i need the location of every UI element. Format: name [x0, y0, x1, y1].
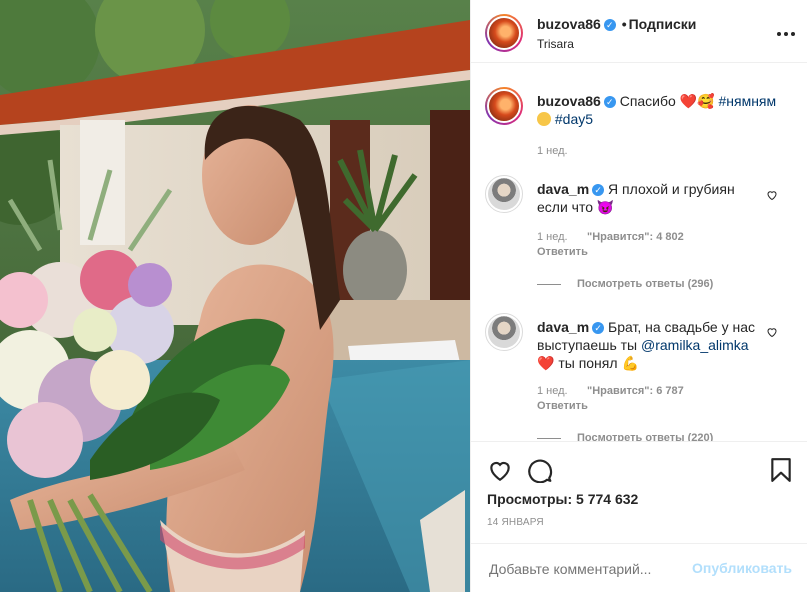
caption-line-1: buzova86 ✓ Спасибо ❤️🥰 #нямням	[537, 92, 776, 110]
follow-status-button[interactable]: Подписки	[629, 16, 697, 32]
comment-author-avatar[interactable]	[485, 313, 523, 351]
caption-line-2: #day5	[537, 110, 593, 128]
view-replies-button[interactable]: Посмотреть ответы (296)	[577, 278, 713, 290]
view-replies-button[interactable]: Посмотреть ответы (220)	[577, 432, 713, 441]
save-button[interactable]	[768, 457, 794, 483]
comment-username[interactable]: dava_m	[537, 319, 589, 335]
comment-line-2: если что 😈	[537, 198, 614, 216]
muscle-emoji: 💪	[621, 355, 639, 371]
comment-author-avatar-image	[488, 316, 520, 348]
comment-icon	[528, 459, 553, 484]
comment-line-1: dava_m ✓ Брат, на свадьбе у нас	[537, 318, 755, 336]
post-media[interactable]	[0, 0, 470, 592]
comment-time[interactable]: 1 нед.	[537, 385, 568, 397]
reply-button[interactable]: Ответить	[537, 400, 588, 412]
hashtag-link[interactable]: #day5	[555, 111, 593, 127]
author-avatar[interactable]	[485, 14, 523, 52]
caption-time[interactable]: 1 нед.	[537, 145, 568, 157]
heart-emoji: ❤️	[537, 355, 555, 371]
comment-line-3: ❤️ ты понял 💪	[537, 354, 639, 372]
post-actions: Просмотры: 5 774 632 14 ЯНВАРЯ	[471, 441, 807, 543]
comments-list[interactable]: buzova86 ✓ Спасибо ❤️🥰 #нямням #day5 1 не…	[471, 63, 807, 441]
post-header: buzova86 ✓ • Подписки Trisara	[471, 0, 807, 63]
like-button[interactable]	[487, 457, 513, 483]
comment-likes-count[interactable]: "Нравится": 6 787	[587, 385, 684, 397]
post-date[interactable]: 14 ЯНВАРЯ	[487, 517, 544, 528]
comment-likes-count[interactable]: "Нравится": 4 802	[587, 231, 684, 243]
caption-author-avatar-image	[487, 89, 521, 123]
author-avatar-image	[487, 16, 521, 50]
comment-text-cont: если что	[537, 199, 593, 215]
verified-icon: ✓	[603, 19, 616, 31]
caption-author-avatar[interactable]	[485, 87, 523, 125]
replies-divider	[537, 438, 561, 439]
comment-line-2: выступаешь ты @ramilka_alimka	[537, 336, 749, 354]
publish-button[interactable]: Опубликовать	[692, 560, 792, 576]
verified-icon: ✓	[592, 184, 605, 196]
mention-link[interactable]: @ramilka_alimka	[641, 337, 749, 353]
comment-like-heart-icon[interactable]	[766, 326, 778, 338]
caption-emoji: ❤️🥰	[679, 93, 715, 109]
comment-username[interactable]: dava_m	[537, 181, 589, 197]
comment-text-cont: выступаешь ты	[537, 337, 638, 353]
comment-text: Брат, на свадьбе у нас	[608, 319, 756, 335]
comment-input[interactable]	[487, 556, 691, 582]
heart-icon	[490, 461, 510, 482]
comment-text: Я плохой и грубиян	[608, 181, 735, 197]
comment-line-1: dava_m ✓ Я плохой и грубиян	[537, 180, 735, 198]
bookmark-icon	[771, 458, 791, 482]
more-icon	[777, 31, 795, 36]
comment-text-end: ты понял	[558, 355, 618, 371]
comment-like-heart-icon[interactable]	[766, 189, 778, 201]
add-comment-bar: Опубликовать	[471, 543, 807, 592]
dot-separator: •	[621, 16, 627, 32]
post-side-panel: buzova86 ✓ • Подписки Trisara buzova86 ✓ Сп…	[470, 0, 807, 592]
caption-username[interactable]: buzova86	[537, 93, 601, 109]
reply-button[interactable]: Ответить	[537, 246, 588, 258]
caption-text: Спасибо	[619, 93, 676, 109]
comment-author-avatar[interactable]	[485, 175, 523, 213]
more-options-button[interactable]	[776, 24, 796, 40]
verified-icon: ✓	[603, 96, 616, 108]
author-username[interactable]: buzova86	[537, 16, 601, 32]
verified-icon: ✓	[592, 322, 605, 334]
hashtag-link[interactable]: #нямням	[718, 93, 776, 109]
comment-button[interactable]	[527, 457, 553, 484]
replies-divider	[537, 284, 561, 285]
smile-emoji-icon	[537, 112, 551, 126]
comment-author-avatar-image	[488, 178, 520, 210]
devil-emoji: 😈	[596, 199, 615, 215]
post-video-frame	[0, 0, 470, 592]
views-count[interactable]: Просмотры: 5 774 632	[487, 491, 638, 507]
comment-time[interactable]: 1 нед.	[537, 231, 568, 243]
post-location[interactable]: Trisara	[537, 37, 574, 51]
